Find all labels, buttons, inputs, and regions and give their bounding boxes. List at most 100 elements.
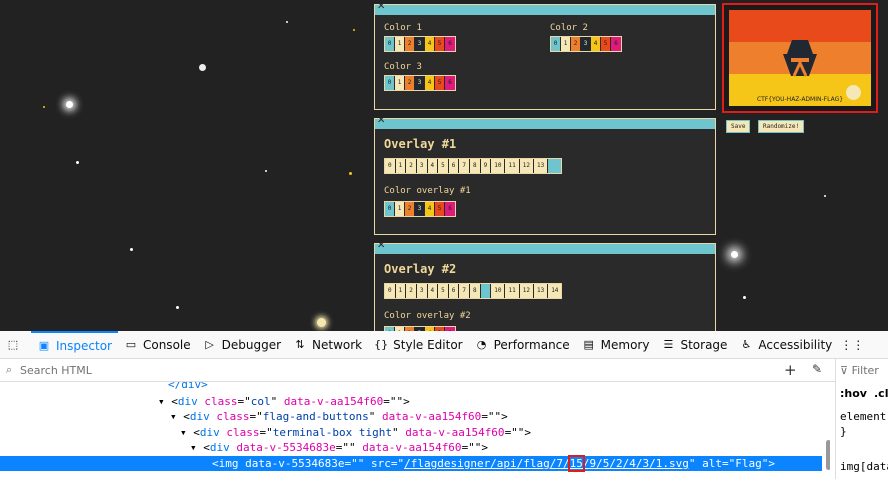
swatch[interactable]: 3 <box>415 37 425 51</box>
swatch[interactable]: 5 <box>601 37 611 51</box>
swatch[interactable]: 1 <box>561 37 571 51</box>
tab-network[interactable]: ⇅ Network <box>287 331 368 359</box>
swatch[interactable]: 2 <box>405 76 415 90</box>
number-option[interactable]: 2 <box>406 159 417 173</box>
number-option[interactable]: 10 <box>491 284 506 298</box>
canvas-background: ✕ Color 1 0123456 Color 2 0123456 Color … <box>0 0 888 331</box>
number-option[interactable]: 8 <box>470 284 481 298</box>
number-option[interactable]: 4 <box>428 284 439 298</box>
swatch[interactable]: 6 <box>445 37 455 51</box>
number-option[interactable]: 13 <box>534 284 549 298</box>
close-icon[interactable]: ✕ <box>377 115 385 126</box>
number-option[interactable]: 8 <box>470 159 481 173</box>
color1-swatches[interactable]: 0123456 <box>384 36 456 52</box>
number-option[interactable]: 7 <box>459 159 470 173</box>
tree-row[interactable]: ▾ <div class="col" data-v-aa154f60=""> <box>158 394 410 409</box>
swatch[interactable]: 0 <box>385 202 395 216</box>
number-option[interactable]: 5 <box>438 159 449 173</box>
swatch[interactable]: 3 <box>415 202 425 216</box>
tab-storage[interactable]: ☰ Storage <box>655 331 733 359</box>
color2-swatches[interactable]: 0123456 <box>550 36 622 52</box>
swatch[interactable]: 4 <box>425 76 435 90</box>
swatch[interactable]: 2 <box>405 202 415 216</box>
number-option[interactable]: 11 <box>505 159 520 173</box>
element-picker-button[interactable]: ⬚ <box>0 331 31 359</box>
swatch[interactable]: 1 <box>395 37 405 51</box>
number-option[interactable]: 6 <box>449 284 460 298</box>
attr-name: alt <box>702 457 723 470</box>
color3-swatches[interactable]: 0123456 <box>384 75 456 91</box>
swatch[interactable]: 1 <box>395 76 405 90</box>
number-option[interactable]: 14 <box>548 159 562 173</box>
swatch[interactable]: 6 <box>445 202 455 216</box>
tree-row[interactable]: </div> <box>168 382 208 392</box>
swatch[interactable]: 0 <box>551 37 561 51</box>
swatch[interactable]: 0 <box>385 76 395 90</box>
cls-toggle[interactable]: .cls <box>874 387 888 400</box>
search-html-input[interactable]: Search HTML <box>20 364 92 377</box>
tab-label: Network <box>312 337 363 352</box>
src-link[interactable]: /flagdesigner/api/flag/7/15/9/5/2/4/3/1.… <box>404 455 689 472</box>
swatch[interactable]: 2 <box>405 37 415 51</box>
number-option[interactable]: 10 <box>491 159 506 173</box>
save-button[interactable]: Save <box>726 120 751 133</box>
swatch[interactable]: 4 <box>425 37 435 51</box>
flag-image[interactable]: CTF{YOU-HAZ-ADMIN-FLAG} <box>729 10 871 106</box>
tab-debugger[interactable]: ▷ Debugger <box>197 331 287 359</box>
hov-toggle[interactable]: :hov <box>840 387 867 400</box>
number-option[interactable]: 2 <box>406 284 417 298</box>
number-option[interactable]: 9 <box>481 159 492 173</box>
swatch[interactable]: 4 <box>591 37 601 51</box>
swatch[interactable]: 0 <box>385 37 395 51</box>
tab-performance[interactable]: ◔ Performance <box>469 331 576 359</box>
tab-accessibility[interactable]: ♿ Accessibility <box>733 331 838 359</box>
swatch[interactable]: 4 <box>425 202 435 216</box>
tree-row[interactable]: ▾ <div class="flag-and-buttons" data-v-a… <box>170 409 508 424</box>
tab-console[interactable]: ▭ Console <box>118 331 197 359</box>
number-option[interactable]: 0 <box>385 284 396 298</box>
tab-memory[interactable]: ▤ Memory <box>576 331 656 359</box>
swatch[interactable]: 5 <box>435 76 445 90</box>
tree-row[interactable]: ▾ <div data-v-5534683e="" data-v-aa154f6… <box>190 440 488 455</box>
number-option[interactable]: 4 <box>428 159 439 173</box>
swatch[interactable]: 3 <box>581 37 591 51</box>
number-option[interactable]: 14 <box>548 284 561 298</box>
star <box>286 21 288 23</box>
swatch[interactable]: 6 <box>445 76 455 90</box>
number-option[interactable]: 1 <box>396 284 407 298</box>
overflow-menu-icon[interactable]: ⋮⋮ <box>838 331 866 359</box>
tree-row-selected[interactable]: <img data-v-5534683e="" src="/flagdesign… <box>0 455 822 472</box>
overlay1-number-picker[interactable]: 0 1 2 3 4 5 6 7 8 9 10 11 12 13 14 <box>384 158 563 174</box>
number-option[interactable]: 7 <box>459 284 470 298</box>
number-option[interactable]: 9 <box>480 284 492 298</box>
number-option[interactable]: 0 <box>385 159 396 173</box>
tree-row[interactable]: ▾ <div class="terminal-box tight" data-v… <box>180 425 531 440</box>
filter-input[interactable]: ⊽ Filter <box>840 364 879 377</box>
swatch[interactable]: 6 <box>611 37 621 51</box>
number-option[interactable]: 3 <box>417 284 428 298</box>
close-icon[interactable]: ✕ <box>377 240 385 251</box>
swatch[interactable]: 3 <box>415 76 425 90</box>
number-option[interactable]: 1 <box>396 159 407 173</box>
tree-scrollbar[interactable] <box>826 440 830 470</box>
eyedropper-icon[interactable]: ✎ <box>812 362 822 376</box>
number-option[interactable]: 6 <box>449 159 460 173</box>
number-option[interactable]: 3 <box>417 159 428 173</box>
close-icon[interactable]: ✕ <box>377 1 385 12</box>
src-suffix: /9/5/2/4/3/1.svg <box>582 457 689 470</box>
swatch[interactable]: 2 <box>571 37 581 51</box>
number-option[interactable]: 12 <box>520 284 534 298</box>
number-option[interactable]: 5 <box>438 284 449 298</box>
tab-style-editor[interactable]: {} Style Editor <box>368 331 468 359</box>
number-option[interactable]: 11 <box>505 284 520 298</box>
tab-inspector[interactable]: ▣ Inspector <box>31 330 118 359</box>
swatch[interactable]: 5 <box>435 202 445 216</box>
number-option[interactable]: 12 <box>520 159 534 173</box>
number-option[interactable]: 13 <box>534 159 549 173</box>
overlay1-color-swatches[interactable]: 0123456 <box>384 201 456 217</box>
swatch[interactable]: 5 <box>435 37 445 51</box>
overlay2-number-picker[interactable]: 0 1 2 3 4 5 6 7 8 9 10 11 12 13 14 <box>384 283 563 299</box>
randomize-button[interactable]: Randomize! <box>758 120 805 133</box>
swatch[interactable]: 1 <box>395 202 405 216</box>
add-node-icon[interactable]: + <box>784 361 797 379</box>
